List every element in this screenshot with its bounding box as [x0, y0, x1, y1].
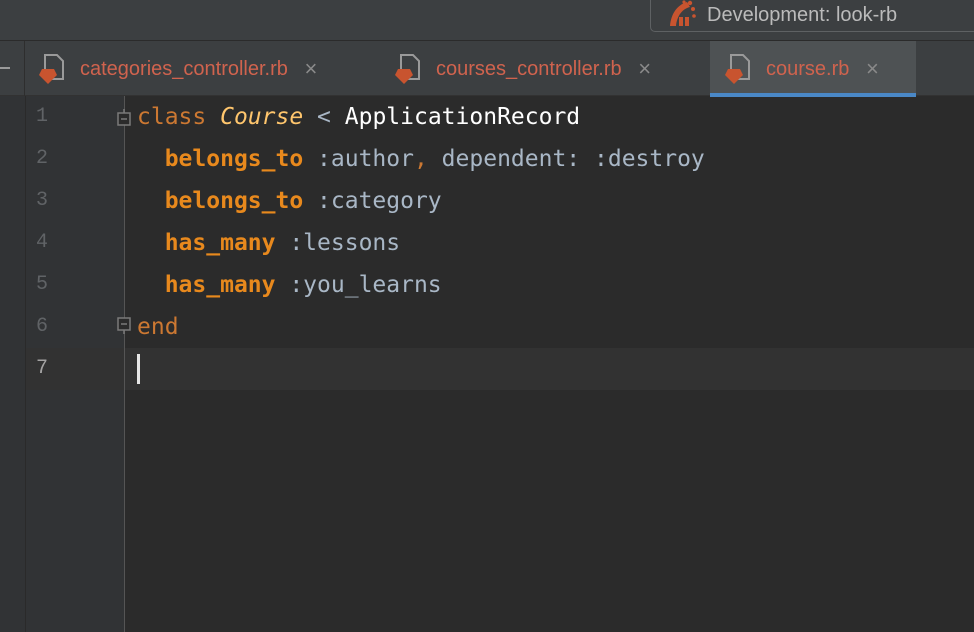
method-call: belongs_to [164, 146, 304, 172]
line-number: 1 [36, 105, 49, 128]
tab-label: categories_controller.rb [80, 57, 288, 80]
tab-label: course.rb [766, 57, 850, 80]
tab-courses-controller[interactable]: courses_controller.rb × [394, 41, 706, 97]
code-line: end [137, 306, 705, 348]
code-line: has_many :you_learns [137, 264, 705, 306]
toolbar: Development: look-rb [0, 0, 974, 40]
close-icon[interactable]: × [863, 58, 881, 80]
operator: < [303, 104, 345, 130]
code-editor[interactable]: class Course < ApplicationRecord belongs… [137, 96, 705, 390]
rails-icon [667, 0, 697, 27]
code-line: belongs_to :author, dependent: :destroy [137, 138, 705, 180]
ruby-file-icon [394, 52, 424, 86]
line-number: 6 [36, 315, 49, 338]
class-name: Course [220, 104, 304, 130]
symbol: :author [303, 146, 414, 172]
parent-class: ApplicationRecord [344, 104, 581, 130]
ruby-file-icon [724, 52, 754, 86]
tab-divider [24, 41, 25, 97]
code-line: belongs_to :category [137, 180, 705, 222]
line-number-current: 7 [36, 357, 49, 380]
run-configuration-selector[interactable]: Development: look-rb [650, 0, 974, 32]
close-icon[interactable]: × [302, 58, 320, 80]
fold-expand-end-icon[interactable] [116, 317, 132, 335]
line-number: 5 [36, 273, 49, 296]
code-line: class Course < ApplicationRecord [137, 96, 705, 138]
ruby-file-icon [38, 52, 68, 86]
method-call: has_many [164, 272, 276, 298]
editor-tab-bar: categories_controller.rb × courses_contr… [0, 40, 974, 97]
keyword: class [137, 104, 207, 130]
text-cursor [137, 354, 140, 384]
method-call: has_many [164, 230, 276, 256]
tab-label: courses_controller.rb [436, 57, 622, 80]
symbol: :you_learns [275, 272, 442, 298]
line-numbers: 1 2 3 4 5 6 7 [26, 96, 66, 390]
method-call: belongs_to [164, 188, 304, 214]
keyword: end [137, 314, 179, 340]
tab-categories-controller[interactable]: categories_controller.rb × [38, 41, 378, 97]
tab-course-rb[interactable]: course.rb × [710, 41, 916, 97]
fold-collapse-icon[interactable] [116, 108, 132, 126]
run-configuration-label: Development: look-rb [707, 3, 898, 26]
tab-overflow-indicator [0, 67, 10, 69]
comma: , [413, 146, 428, 172]
line-number: 4 [36, 231, 49, 254]
symbol: :category [303, 188, 442, 214]
fold-guide-line [124, 96, 125, 632]
line-number: 2 [36, 147, 49, 170]
option-hash: dependent: :destroy [427, 146, 705, 172]
code-line: has_many :lessons [137, 222, 705, 264]
close-icon[interactable]: × [636, 58, 654, 80]
symbol: :lessons [275, 230, 401, 256]
line-number: 3 [36, 189, 49, 212]
